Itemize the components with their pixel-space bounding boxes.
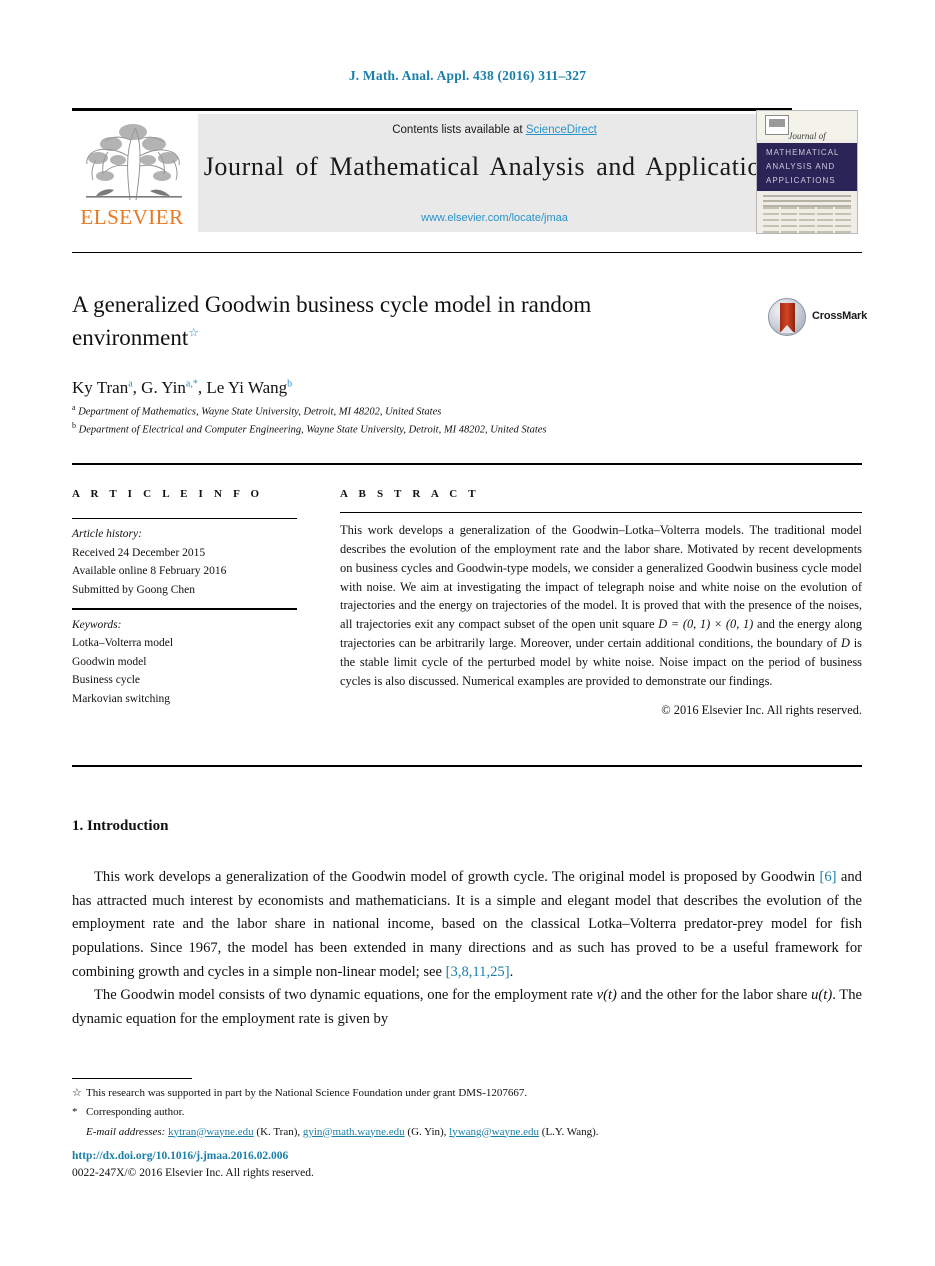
intro-p1-c: . (509, 963, 514, 980)
cover-title-line-3: APPLICATIONS (766, 176, 836, 185)
introduction-paragraph-1: This work develops a generalization of t… (72, 866, 862, 984)
footer-identifiers: http://dx.doi.org/10.1016/j.jmaa.2016.02… (72, 1148, 314, 1183)
article-available-online-date: Available online 8 February 2016 (72, 565, 227, 578)
page-title: A generalized Goodwin business cycle mod… (72, 288, 712, 355)
affiliation-b-marker: b (72, 421, 76, 431)
crossmark-circle-icon (768, 298, 806, 336)
footnote-emails: E-mail addresses: kytran@wayne.edu (K. T… (72, 1123, 862, 1142)
footnote-funding: ☆ This research was supported in part by … (72, 1084, 862, 1103)
cover-title-line-2: ANALYSIS AND (766, 162, 836, 171)
author-2-affiliation-marker[interactable]: a,* (186, 378, 198, 389)
cover-journal-of: Journal of (788, 131, 826, 141)
cover-title-line-1: MATHEMATICAL (766, 148, 840, 157)
footnote-corresponding-author: * Corresponding author. (72, 1103, 862, 1122)
elsevier-tree-icon (78, 114, 188, 206)
abstract-body: This work develops a generalization of t… (340, 521, 862, 691)
body-section-top-rule (72, 765, 862, 767)
crossmark-bookmark-icon (780, 303, 795, 333)
issn-copyright-line: 0022-247X/© 2016 Elsevier Inc. All right… (72, 1167, 314, 1180)
abstract-copyright: © 2016 Elsevier Inc. All rights reserved… (661, 702, 862, 717)
contents-prefix: Contents lists available at (392, 124, 526, 136)
elsevier-wordmark: ELSEVIER (80, 205, 184, 229)
introduction-paragraph-2: The Goodwin model consists of two dynami… (72, 984, 862, 1031)
crossmark-label: CrossMark (812, 310, 868, 322)
keyword-item: Markovian switching (72, 693, 171, 705)
abstract-part-1: This work develops a generalization of t… (340, 523, 862, 632)
elsevier-logo: ELSEVIER (74, 114, 192, 232)
abstract-formula-d: D = (0, 1) × (0, 1) (658, 617, 754, 632)
email-link-gyin[interactable]: gyin@math.wayne.edu (303, 1126, 405, 1138)
article-info-heading: A R T I C L E I N F O (72, 488, 264, 500)
citation-ref-group[interactable]: [3,8,11,25] (446, 964, 510, 980)
email-owner-3: (L.Y. Wang). (541, 1125, 599, 1138)
section-heading-introduction: 1. Introduction (72, 818, 169, 834)
author-2-name: G. Yin (141, 378, 186, 397)
footnote-corresponding-text: Corresponding author. (86, 1106, 185, 1119)
affiliation-b: b Department of Electrical and Computer … (72, 420, 792, 438)
journal-cover-thumbnail: Journal of MATHEMATICAL ANALYSIS AND APP… (756, 110, 858, 234)
citation-ref-6[interactable]: [6] (819, 869, 836, 885)
introduction-body: This work develops a generalization of t… (72, 866, 862, 1031)
author-3-affiliation-marker[interactable]: b (287, 378, 292, 389)
article-page: J. Math. Anal. Appl. 438 (2016) 311–327 (0, 0, 935, 1266)
author-1-name: Ky Tran (72, 378, 129, 397)
keyword-item: Goodwin model (72, 655, 147, 668)
doi-link[interactable]: http://dx.doi.org/10.1016/j.jmaa.2016.02… (72, 1148, 314, 1165)
author-1-affiliation-marker[interactable]: a (128, 378, 132, 389)
article-info-column: Article history: Received 24 December 20… (72, 512, 297, 709)
email-owner-2: (G. Yin), (407, 1125, 447, 1138)
sciencedirect-link[interactable]: ScienceDirect (526, 124, 597, 136)
article-received-date: Received 24 December 2015 (72, 546, 206, 559)
crossmark-badge[interactable]: CrossMark (768, 298, 867, 338)
intro-p2-a: The Goodwin model consists of two dynami… (94, 987, 597, 1004)
affiliation-a-marker: a (72, 403, 76, 412)
info-rule-middle (72, 607, 297, 610)
intro-p1-a: This work develops a generalization of t… (94, 869, 820, 885)
email-link-kytran[interactable]: kytran@wayne.edu (168, 1126, 254, 1138)
footnotes-block: ☆ This research was supported in part by … (72, 1084, 862, 1142)
info-rule-top (72, 518, 297, 519)
email-addresses-label: E-mail addresses: (86, 1125, 166, 1138)
masthead-bottom-rule (72, 252, 862, 253)
masthead-banner: Contents lists available at ScienceDirec… (198, 114, 791, 232)
affiliation-a: a Department of Mathematics, Wayne State… (72, 402, 792, 420)
abstract-heading: A B S T R A C T (340, 488, 480, 500)
journal-title: Journal of Mathematical Analysis and App… (203, 152, 786, 181)
footnote-separator-rule (72, 1078, 192, 1079)
masthead-top-rule (72, 108, 792, 111)
variable-v-of-t: v(t) (596, 987, 617, 1004)
abstract-top-rule (340, 512, 862, 513)
author-3-name: Le Yi Wang (206, 378, 288, 397)
footnote-corresponding-marker: * (72, 1106, 78, 1119)
title-footnote-marker[interactable]: ☆ (188, 326, 199, 340)
article-history-label: Article history: (72, 528, 142, 540)
keyword-item: Business cycle (72, 674, 141, 687)
keyword-item: Lotka–Volterra model (72, 637, 174, 650)
author-list: Ky Trana, G. Yina,*, Le Yi Wangb (72, 378, 293, 397)
footnote-funding-marker: ☆ (72, 1087, 82, 1099)
email-owner-1: (K. Tran), (256, 1125, 301, 1138)
contents-available-line: Contents lists available at ScienceDirec… (198, 124, 791, 136)
abstract-formula-d2: D (840, 636, 850, 651)
email-link-lywang[interactable]: lywang@wayne.edu (449, 1126, 539, 1138)
affiliation-b-text: Department of Electrical and Computer En… (78, 424, 547, 436)
affiliation-a-text: Department of Mathematics, Wayne State U… (78, 406, 442, 418)
journal-masthead: ELSEVIER Contents lists available at Sci… (72, 108, 862, 234)
article-title-text: A generalized Goodwin business cycle mod… (72, 292, 592, 351)
running-head: J. Math. Anal. Appl. 438 (2016) 311–327 (348, 68, 587, 83)
cover-title-band: MATHEMATICAL ANALYSIS AND APPLICATIONS (757, 143, 857, 191)
journal-url-link[interactable]: www.elsevier.com/locate/jmaa (198, 212, 791, 224)
intro-p2-b: and the other for the labor share (616, 987, 812, 1004)
article-submitted-by: Submitted by Goong Chen (72, 583, 195, 596)
affiliation-list: a Department of Mathematics, Wayne State… (72, 402, 792, 439)
footnote-funding-text: This research was supported in part by t… (86, 1087, 528, 1099)
cover-top-band: Journal of (757, 111, 857, 141)
info-section-top-rule (72, 463, 862, 465)
cover-contents-grid (763, 207, 851, 233)
variable-u-of-t: u(t) (811, 987, 833, 1004)
keywords-label: Keywords: (72, 618, 122, 631)
abstract-column: This work develops a generalization of t… (340, 512, 862, 719)
